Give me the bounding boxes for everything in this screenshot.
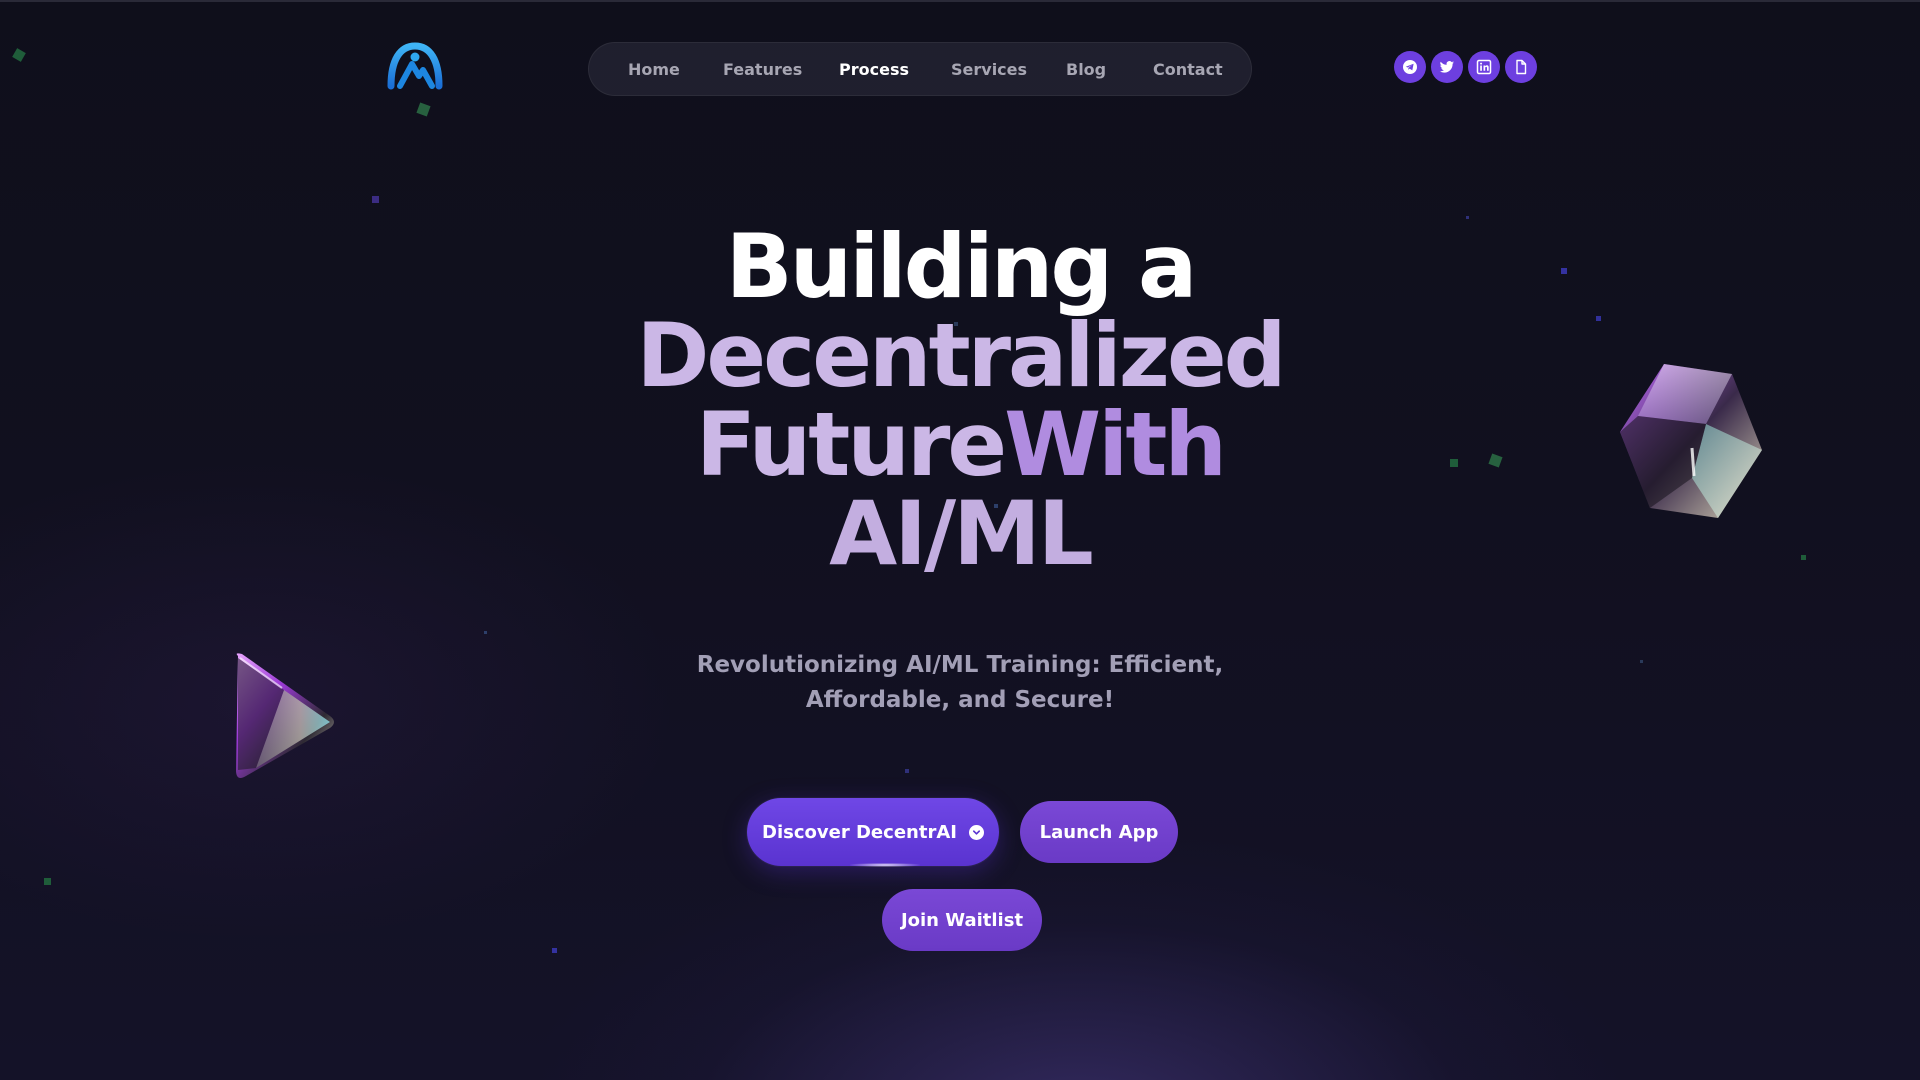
particle [1450, 459, 1458, 467]
hero-heading: Building a Decentralized FutureWith AI/M… [560, 222, 1360, 578]
nav-item-features[interactable]: Features [723, 43, 802, 97]
nav-item-process[interactable]: Process [839, 43, 909, 97]
particle [954, 322, 958, 326]
twitter-icon [1439, 61, 1454, 73]
logo[interactable] [386, 40, 444, 90]
top-border [0, 0, 1920, 2]
button-glow [850, 863, 920, 867]
twitter-link[interactable] [1431, 51, 1463, 83]
hero-line-4: AI/ML [829, 482, 1094, 585]
particle [1640, 660, 1643, 663]
hero-line-1: Building a [725, 215, 1198, 318]
telegram-icon [1403, 60, 1417, 74]
pyramid-shape-icon [236, 653, 334, 778]
cube-shape-icon [1620, 364, 1762, 518]
hero-subtitle-line-2: Affordable, and Secure! [805, 687, 1115, 713]
particle [484, 631, 487, 634]
particle [12, 48, 26, 62]
discover-button[interactable]: Discover DecentrAI [747, 798, 999, 866]
linkedin-icon [1476, 59, 1492, 75]
particle [905, 769, 909, 773]
hero-subtitle: Revolutionizing AI/ML Training: Efficien… [660, 648, 1260, 718]
document-link[interactable] [1505, 51, 1537, 83]
hero-subtitle-line-1: Revolutionizing AI/ML Training: Efficien… [696, 652, 1224, 678]
discover-button-label: Discover DecentrAI [762, 821, 957, 843]
particle [1561, 268, 1567, 274]
particle [1801, 555, 1806, 560]
particle [44, 878, 51, 885]
launch-app-button[interactable]: Launch App [1020, 801, 1178, 863]
particle [416, 102, 431, 117]
chevron-down-circle-icon [968, 824, 984, 840]
join-waitlist-button[interactable]: Join Waitlist [882, 889, 1042, 951]
document-icon [1516, 59, 1527, 75]
nav-item-home[interactable]: Home [628, 43, 680, 97]
nav-item-services[interactable]: Services [951, 43, 1027, 97]
hero-line-3a: Future [695, 393, 1007, 496]
particle [994, 504, 998, 508]
particle [552, 948, 557, 953]
particle [1466, 216, 1469, 219]
particle [372, 196, 379, 203]
particle [1596, 316, 1601, 321]
hero-line-3b: With [1004, 393, 1227, 496]
particle [1488, 453, 1503, 468]
telegram-link[interactable] [1394, 51, 1426, 83]
main-nav: Home Features Process Services Blog Cont… [588, 42, 1252, 96]
mountain-arc-logo-icon [387, 42, 443, 90]
hero-line-2: Decentralized [636, 304, 1286, 407]
linkedin-link[interactable] [1468, 51, 1500, 83]
nav-item-blog[interactable]: Blog [1066, 43, 1106, 97]
nav-item-contact[interactable]: Contact [1153, 43, 1223, 97]
